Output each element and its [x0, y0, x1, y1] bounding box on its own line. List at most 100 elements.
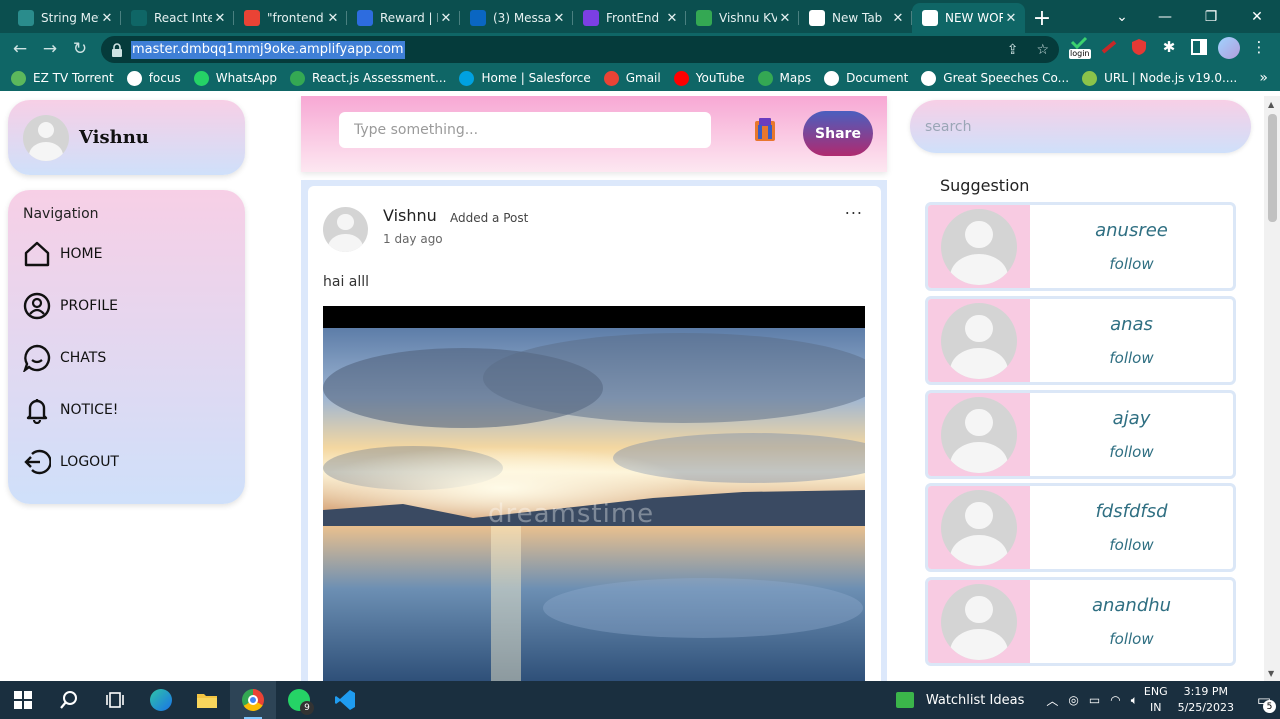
search-input[interactable] — [910, 100, 1251, 153]
more-menu-icon[interactable]: ⋮ — [1250, 38, 1268, 56]
puzzle-extensions-icon[interactable]: ✱ — [1160, 38, 1178, 56]
follow-button[interactable]: follow — [1109, 630, 1153, 648]
page-scrollbar[interactable]: ▲ ▼ — [1264, 96, 1280, 681]
browser-tab[interactable]: New Tab ✕ — [799, 3, 912, 33]
scroll-down-icon[interactable]: ▼ — [1268, 669, 1274, 678]
volume-icon[interactable]: 🔈︎ — [1131, 693, 1138, 708]
bookmark-item[interactable]: Maps — [757, 70, 811, 86]
search-button[interactable] — [46, 681, 92, 719]
avatar[interactable] — [941, 489, 1017, 566]
login-extension-icon[interactable]: login — [1068, 36, 1092, 62]
post-text-input[interactable] — [339, 112, 711, 148]
close-tab-icon[interactable]: ✕ — [890, 11, 906, 26]
nav-item-logout[interactable]: LOGOUT — [23, 436, 245, 488]
avatar[interactable] — [941, 583, 1017, 660]
bookmark-item[interactable]: EZ TV Torrent — [11, 70, 114, 86]
post-image[interactable]: dreamstime — [323, 306, 865, 681]
nav-item-chats[interactable]: CHATS — [23, 332, 245, 384]
suggestion-name[interactable]: anusree — [1095, 220, 1168, 241]
follow-button[interactable]: follow — [1109, 536, 1153, 554]
post-author[interactable]: Vishnu — [383, 206, 437, 225]
scrollbar-thumb[interactable] — [1268, 114, 1277, 222]
nav-item-profile[interactable]: PROFILE — [23, 280, 245, 332]
bookmark-item[interactable]: Gmail — [603, 70, 661, 86]
reload-button[interactable]: ↻ — [65, 34, 95, 64]
bookmarks-more-icon[interactable]: » — [1259, 70, 1268, 86]
avatar[interactable] — [941, 208, 1017, 285]
suggestion-name[interactable]: anandhu — [1092, 595, 1171, 616]
share-button[interactable]: Share — [803, 111, 873, 156]
file-explorer-button[interactable] — [184, 681, 230, 719]
side-panel-icon[interactable] — [1190, 38, 1208, 56]
shield-extension-icon[interactable] — [1130, 38, 1148, 56]
browser-tab[interactable]: String Met ✕ — [8, 3, 121, 33]
suggestion-name[interactable]: fdsfdfsd — [1095, 501, 1167, 522]
bookmark-label: Document — [846, 71, 909, 85]
bookmark-item[interactable]: React.js Assessment... — [289, 70, 446, 86]
bookmark-item[interactable]: focus — [126, 70, 181, 86]
suggestion-name[interactable]: ajay — [1113, 408, 1151, 429]
nav-item-home[interactable]: HOME — [23, 228, 245, 280]
edge-taskbar-button[interactable] — [138, 681, 184, 719]
follow-button[interactable]: follow — [1109, 443, 1153, 461]
url-text[interactable]: master.dmbqq1mmj9oke.amplifyapp.com — [131, 40, 405, 59]
media-icon[interactable] — [753, 116, 777, 142]
new-tab-button[interactable]: + — [1025, 3, 1059, 33]
browser-tab[interactable]: (3) Messag✕ — [460, 3, 573, 33]
close-tab-icon[interactable]: ✕ — [325, 11, 341, 26]
extension-red-icon[interactable] — [1100, 38, 1118, 56]
start-button[interactable] — [0, 681, 46, 719]
task-view-button[interactable] — [92, 681, 138, 719]
back-button[interactable]: ← — [5, 34, 35, 64]
post-options-button[interactable]: ... — [845, 199, 863, 218]
tray-chevron-icon[interactable]: ︿ — [1046, 692, 1058, 709]
meet-icon[interactable]: ◎ — [1068, 693, 1078, 707]
bookmark-item[interactable]: Document — [824, 70, 909, 86]
whatsapp-taskbar-button[interactable]: 9 — [276, 681, 322, 719]
close-window-button[interactable]: ✕ — [1234, 0, 1280, 33]
address-bar[interactable]: master.dmbqq1mmj9oke.amplifyapp.com ⇪ ☆ — [101, 36, 1059, 63]
nav-item-notice[interactable]: NOTICE! — [23, 384, 245, 436]
minimize-button[interactable]: — — [1142, 0, 1188, 33]
clock[interactable]: 3:19 PM 5/25/2023 — [1178, 684, 1234, 716]
close-tab-icon[interactable]: ✕ — [438, 11, 454, 26]
profile-avatar-icon[interactable] — [1218, 37, 1240, 59]
browser-tab[interactable]: React Inter✕ — [121, 3, 234, 33]
restore-button[interactable]: ❐ — [1188, 0, 1234, 33]
vscode-taskbar-button[interactable] — [322, 681, 368, 719]
bookmark-item[interactable]: WhatsApp — [193, 70, 277, 86]
avatar[interactable] — [941, 302, 1017, 379]
bookmark-item[interactable]: URL | Node.js v19.0.... — [1082, 70, 1237, 86]
chrome-taskbar-button[interactable] — [230, 681, 276, 719]
tab-search-icon[interactable]: ⌄ — [1102, 0, 1142, 33]
close-tab-icon[interactable]: ✕ — [777, 11, 793, 26]
avatar[interactable] — [941, 396, 1017, 473]
wifi-icon[interactable]: ◠ — [1110, 693, 1120, 707]
share-page-icon[interactable]: ⇪ — [1007, 42, 1019, 58]
suggestion-name[interactable]: anas — [1110, 314, 1153, 335]
battery-icon[interactable]: ▭ — [1089, 693, 1100, 707]
profile-card[interactable]: Vishnu — [8, 100, 245, 175]
watchlist-widget[interactable]: Watchlist Ideas — [895, 692, 1024, 708]
scroll-up-icon[interactable]: ▲ — [1268, 100, 1274, 109]
close-tab-icon[interactable]: ✕ — [551, 11, 567, 26]
forward-button[interactable]: → — [35, 34, 65, 64]
avatar[interactable] — [323, 207, 368, 252]
browser-tab[interactable]: "frontend ✕ — [234, 3, 347, 33]
language-indicator[interactable]: ENG IN — [1144, 684, 1168, 716]
browser-tab[interactable]: FrontEnd D✕ — [573, 3, 686, 33]
browser-tab[interactable]: NEW WOR ✕ — [912, 3, 1025, 33]
browser-tab[interactable]: Reward | M✕ — [347, 3, 460, 33]
bookmark-item[interactable]: YouTube — [673, 70, 745, 86]
notification-center-button[interactable]: ▭ 5 — [1248, 681, 1280, 719]
bookmark-star-icon[interactable]: ☆ — [1036, 42, 1049, 58]
browser-tab[interactable]: Vishnu KV ✕ — [686, 3, 799, 33]
bookmark-item[interactable]: Home | Salesforce — [459, 70, 591, 86]
close-tab-icon[interactable]: ✕ — [212, 11, 228, 26]
follow-button[interactable]: follow — [1109, 349, 1153, 367]
close-tab-icon[interactable]: ✕ — [1003, 11, 1019, 26]
bookmark-item[interactable]: Great Speeches Co... — [921, 70, 1069, 86]
close-tab-icon[interactable]: ✕ — [664, 11, 680, 26]
close-tab-icon[interactable]: ✕ — [99, 11, 115, 26]
follow-button[interactable]: follow — [1109, 255, 1153, 273]
